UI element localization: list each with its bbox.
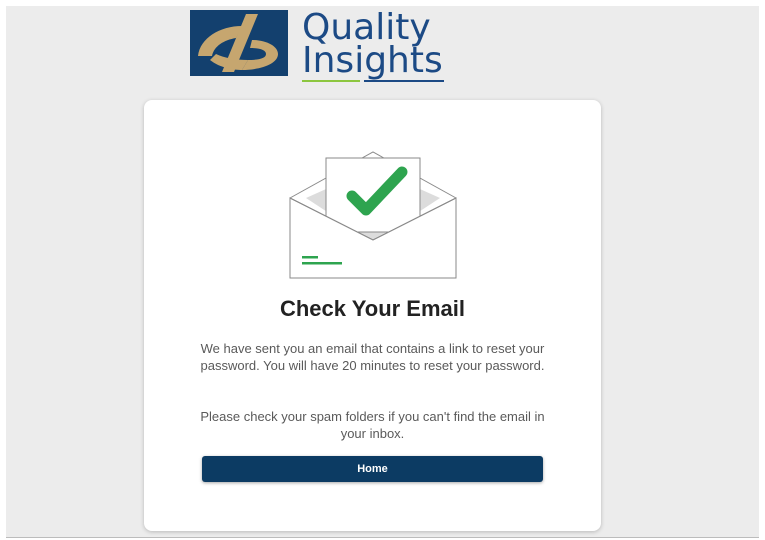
brand-underline-blue [364,80,444,82]
quality-insights-logo-icon [190,10,288,76]
spam-folder-hint-text: Please check your spam folders if you ca… [200,409,545,441]
check-email-card: Check Your Email We have sent you an ema… [144,100,601,531]
bottom-divider [6,537,759,538]
brand-name-line2: Insights [302,40,443,81]
brand-logo: Quality Insights [190,9,450,88]
envelope-check-icon [289,151,457,279]
brand-underline-green [302,80,360,82]
reset-instructions-text: We have sent you an email that contains … [200,341,545,373]
home-button[interactable]: Home [202,456,543,482]
page-title: Check Your Email [279,296,466,321]
